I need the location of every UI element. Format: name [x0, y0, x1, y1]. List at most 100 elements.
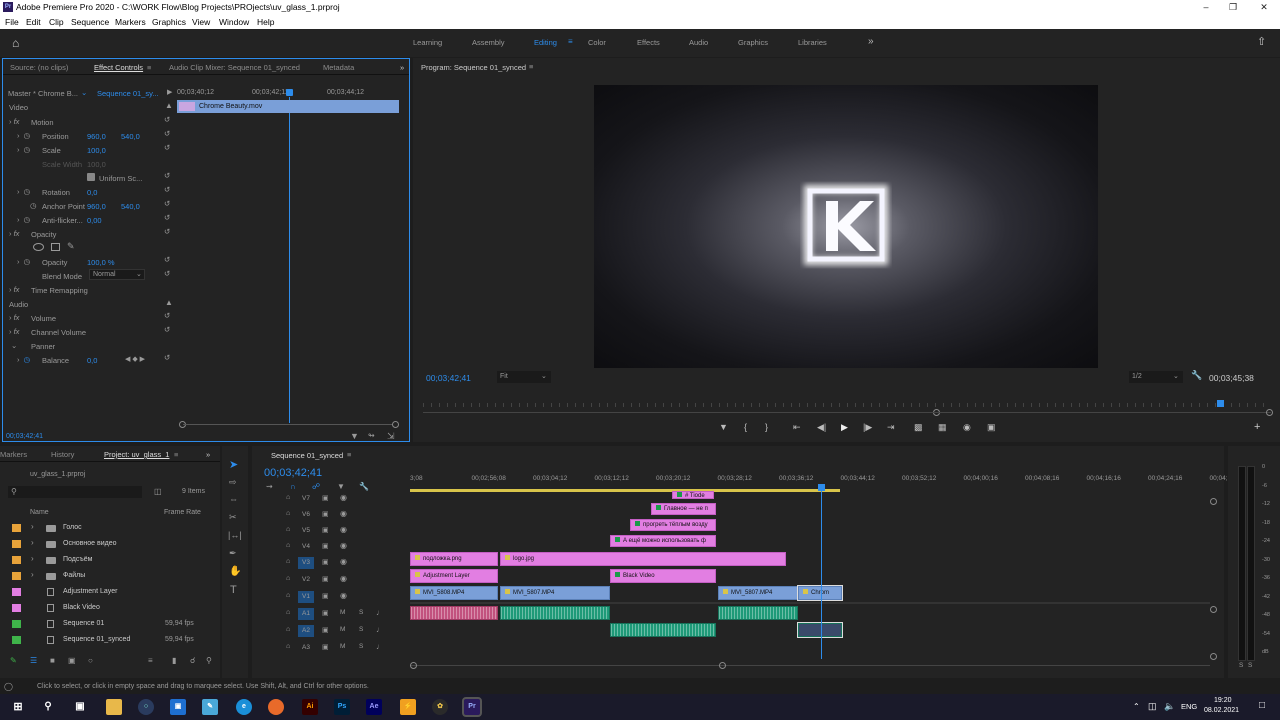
anchor-y-value[interactable]: 540,0 — [121, 202, 140, 211]
timeline-clip[interactable]: Главное — не п — [651, 503, 716, 515]
program-video-frame[interactable] — [594, 85, 1098, 368]
project-overflow-icon[interactable]: » — [206, 450, 210, 459]
lock-icon[interactable]: ⌂ — [286, 494, 290, 501]
clock-time[interactable]: 19:20 — [1214, 697, 1232, 704]
ripple-edit-tool-icon[interactable]: ⇔ — [229, 494, 238, 504]
blend-mode-select[interactable]: Normal ⌄ — [89, 269, 145, 280]
eye-icon[interactable]: ◉ — [340, 525, 347, 534]
go-to-in-icon[interactable]: ⇤ — [793, 422, 801, 433]
minimize-button[interactable]: – — [1199, 1, 1213, 13]
panel-menu-icon[interactable]: ≡ — [147, 63, 151, 72]
track-target-v3[interactable]: V3 — [298, 557, 314, 569]
tab-history[interactable]: History — [51, 450, 74, 459]
add-marker-timeline-icon[interactable]: ▼ — [337, 482, 345, 491]
selection-tool-icon[interactable]: ➤ — [229, 458, 238, 471]
home-icon[interactable]: ⌂ — [12, 36, 19, 50]
menu-edit[interactable]: Edit — [26, 17, 41, 27]
sync-lock-icon[interactable]: ▣ — [322, 510, 329, 518]
audio-clip[interactable] — [718, 606, 798, 620]
lock-icon[interactable]: ⌂ — [286, 510, 290, 517]
lift-icon[interactable]: ▩ — [914, 422, 923, 433]
antiflicker-value[interactable]: 0,00 — [87, 216, 102, 225]
timeline-clip[interactable]: А ещё можно использовать ф — [610, 535, 716, 547]
track-select-tool-icon[interactable]: ⇨ — [229, 477, 237, 488]
mark-out-icon[interactable]: } — [765, 422, 768, 432]
reset-blend-icon[interactable]: ↺ — [164, 269, 170, 278]
project-search-input[interactable]: ⚲ — [8, 486, 142, 498]
workspace-assembly[interactable]: Assembly — [472, 38, 505, 47]
clock-date[interactable]: 08.02.2021 — [1204, 707, 1239, 714]
eye-icon[interactable]: ◉ — [340, 591, 347, 600]
app-icon-2[interactable]: ▣ — [170, 699, 186, 715]
timeline-scroll-end[interactable] — [719, 662, 726, 669]
sync-lock-icon[interactable]: ▣ — [322, 558, 329, 566]
workspace-learning[interactable]: Learning — [413, 38, 442, 47]
track-target-v2[interactable]: V2 — [298, 574, 314, 586]
project-row[interactable]: › Файлы — [0, 568, 210, 584]
anchor-x-value[interactable]: 960,0 — [87, 202, 106, 211]
solo-right-button[interactable]: S — [1248, 662, 1252, 669]
sync-lock-icon[interactable]: ▣ — [322, 592, 329, 600]
workspace-menu-icon[interactable]: ≡ — [568, 37, 573, 46]
timeline-menu-icon[interactable]: ≡ — [347, 450, 351, 459]
slip-tool-icon[interactable]: |↔| — [228, 530, 242, 540]
tab-effect-controls[interactable]: Effect Controls — [94, 63, 143, 72]
project-row[interactable]: Adjustment Layer — [0, 584, 210, 600]
after-effects-icon[interactable]: Ae — [366, 699, 382, 715]
tab-audio-clip-mixer[interactable]: Audio Clip Mixer: Sequence 01_synced — [169, 63, 300, 72]
tab-source[interactable]: Source: (no clips) — [10, 63, 68, 72]
solo-button[interactable]: S — [359, 609, 363, 616]
channel-volume-expand-icon[interactable]: › fx — [9, 327, 19, 336]
tray-chevron-icon[interactable]: ⌃ — [1133, 702, 1140, 711]
lock-icon[interactable]: ⌂ — [286, 643, 290, 650]
panner-expand-icon[interactable]: ⌄ — [11, 341, 17, 350]
track-target-v5[interactable]: V5 — [298, 525, 314, 537]
timeline-clip[interactable]: MVI_5807.MP4 — [500, 586, 610, 600]
master-clip-label[interactable]: Master * Chrome B... — [8, 89, 78, 98]
audio-clip[interactable] — [610, 623, 716, 637]
mute-button[interactable]: M — [340, 609, 345, 616]
zoom-slider-knob[interactable]: ○ — [88, 656, 93, 665]
reset-balance-icon[interactable]: ↺ — [164, 353, 170, 362]
track-target-v6[interactable]: V6 — [298, 509, 314, 521]
pen-mask-icon[interactable]: ✎ — [67, 241, 75, 252]
snap-icon[interactable]: ∩ — [290, 482, 296, 491]
solo-button[interactable]: S — [359, 643, 363, 650]
microphone-icon[interactable]: ♩ — [376, 625, 384, 634]
volume-expand-icon[interactable]: › fx — [9, 313, 19, 322]
sort-icon[interactable]: ≡ — [148, 656, 153, 665]
col-name-header[interactable]: Name — [30, 509, 49, 516]
export-icon[interactable]: ⇲ — [387, 431, 395, 442]
timeline-tab[interactable]: Sequence 01_synced — [271, 451, 343, 460]
effect-scroll-end-handle[interactable] — [392, 421, 399, 428]
network-icon[interactable]: ◫ — [1148, 701, 1157, 712]
premiere-pro-icon[interactable]: Pr — [462, 697, 482, 717]
project-row[interactable]: Sequence 01_synced 59,94 fps — [0, 632, 210, 648]
track-target-a1[interactable]: A1 — [298, 608, 314, 620]
microphone-icon[interactable]: ♩ — [376, 642, 384, 651]
menu-sequence[interactable]: Sequence — [71, 17, 109, 27]
label-color-swatch[interactable] — [12, 620, 21, 628]
audio-clip[interactable] — [797, 622, 843, 638]
timeline-clip[interactable]: подложка.png — [410, 552, 498, 566]
timeline-ruler[interactable]: 3;08 00;02;56;08 00;03;04;12 00;03;12;12 00;… — [410, 474, 1237, 486]
reset-rotation-icon[interactable]: ↺ — [164, 185, 170, 194]
eye-icon[interactable]: ◉ — [340, 509, 347, 518]
video-audio-divider[interactable] — [410, 602, 1210, 604]
scale-value[interactable]: 100,0 — [87, 146, 106, 155]
label-color-swatch[interactable] — [12, 604, 21, 612]
play-button[interactable]: ▶ — [841, 422, 848, 433]
label-color-swatch[interactable] — [12, 524, 21, 532]
label-color-swatch[interactable] — [12, 636, 21, 644]
audio-clip[interactable] — [500, 606, 610, 620]
sync-lock-icon[interactable]: ▣ — [322, 542, 329, 550]
lock-icon[interactable]: ⌂ — [286, 558, 290, 565]
sync-lock-icon[interactable]: ▣ — [322, 494, 329, 502]
balance-value[interactable]: 0,0 — [87, 356, 97, 365]
project-row[interactable]: › Основное видео — [0, 536, 210, 552]
add-marker-icon[interactable]: ▼ — [719, 422, 728, 432]
app-icon-4[interactable]: ⚡ — [400, 699, 416, 715]
reset-opacity-value-icon[interactable]: ↺ — [164, 255, 170, 264]
effect-timecode[interactable]: 00;03;42;41 — [6, 433, 43, 440]
workspace-graphics[interactable]: Graphics — [738, 38, 768, 47]
